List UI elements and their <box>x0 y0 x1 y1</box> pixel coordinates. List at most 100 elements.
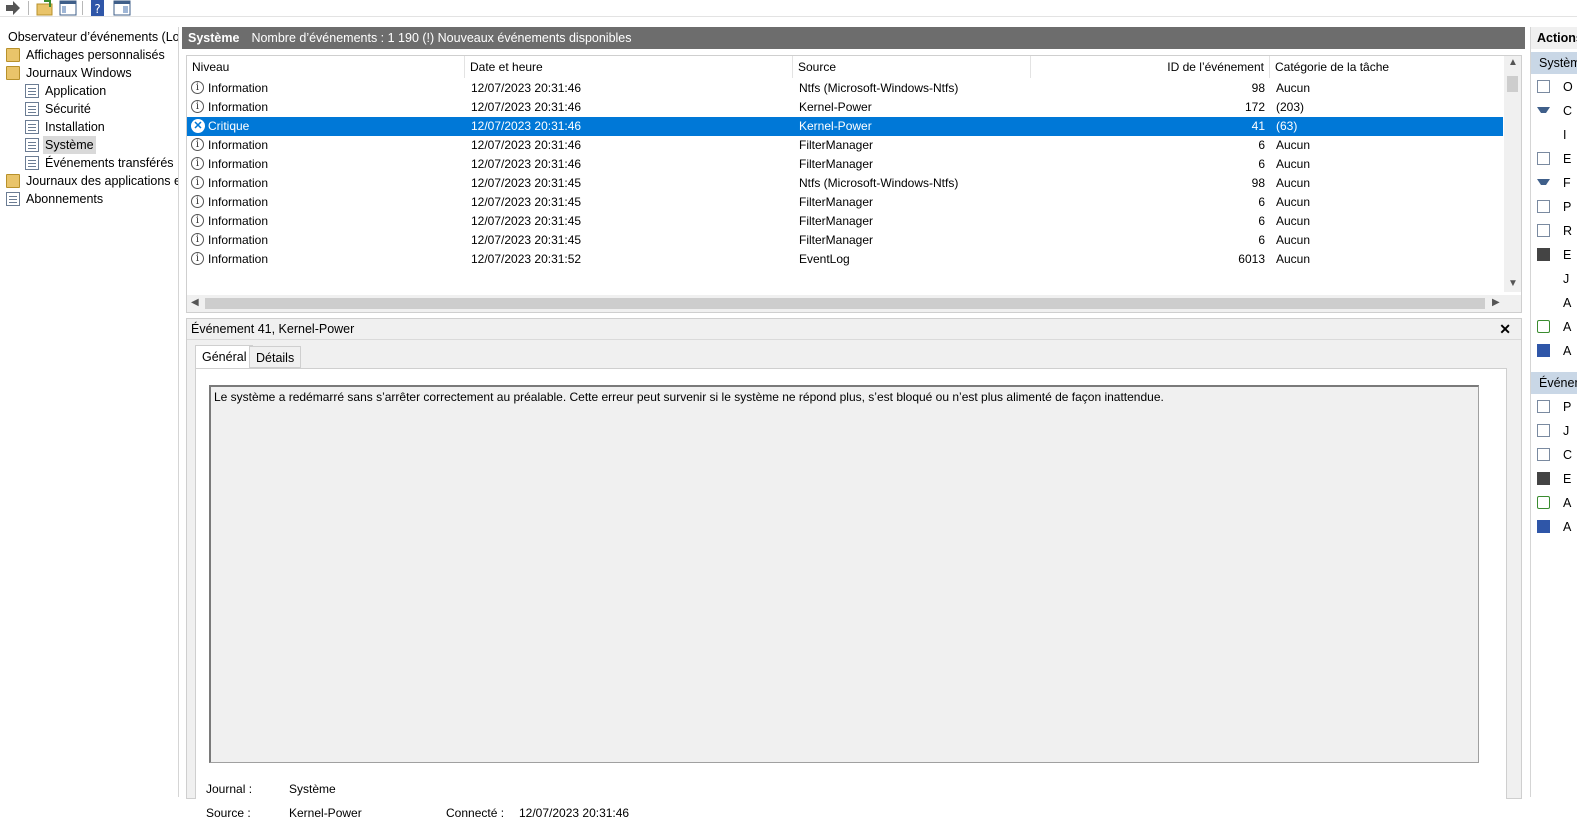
action-item[interactable]: F <box>1531 173 1577 193</box>
save-icon <box>1537 472 1550 485</box>
folder-icon <box>6 48 20 62</box>
tab-general[interactable]: Général <box>195 345 254 369</box>
action-label: A <box>1563 296 1572 310</box>
copy-icon <box>1537 448 1550 461</box>
action-item[interactable]: A <box>1531 517 1577 537</box>
critical-icon: ✕ <box>191 119 205 133</box>
action-label: J <box>1563 424 1570 438</box>
action-pane-icon[interactable] <box>113 0 131 16</box>
table-row[interactable]: i Information 12/07/2023 20:31:45 Ntfs (Mic… <box>187 174 1503 193</box>
event-id-cell: 6 <box>1258 233 1265 247</box>
source-cell: Kernel-Power <box>799 100 872 114</box>
action-item[interactable]: E <box>1531 245 1577 265</box>
forward-icon[interactable] <box>4 0 22 16</box>
event-id-cell: 41 <box>1251 119 1265 133</box>
action-item[interactable]: J <box>1531 269 1577 289</box>
action-item[interactable]: O <box>1531 77 1577 97</box>
table-row[interactable]: i Information 12/07/2023 20:31:46 FilterMan… <box>187 155 1503 174</box>
tree-root-label: Observateur d’événements (Local) <box>8 30 179 44</box>
info-icon: i <box>191 252 204 265</box>
level-cell: Information <box>208 100 269 114</box>
action-label: R <box>1563 224 1573 238</box>
tree-item-label: Abonnements <box>26 192 104 206</box>
event-detail-pane: Événement 41, Kernel-Power ✕ Général Dét… <box>186 318 1522 820</box>
actions-section-event[interactable]: Événement <box>1531 372 1577 394</box>
scroll-left-icon[interactable]: ◀ <box>191 297 199 308</box>
view-icon <box>1537 296 1550 309</box>
action-item[interactable]: C <box>1531 101 1577 121</box>
actions-section-label: Événement <box>1539 376 1577 390</box>
tree-item-label: Affichages personnalisés <box>26 48 165 62</box>
horizontal-scrollbar[interactable]: ◀ ▶ <box>187 295 1521 312</box>
event-id-cell: 6 <box>1258 195 1265 209</box>
scroll-right-icon[interactable]: ▶ <box>1492 297 1500 308</box>
info-icon: i <box>191 176 204 189</box>
level-cell: Information <box>208 214 269 228</box>
column-header-task-category[interactable]: Catégorie de la tâche <box>1270 56 1503 78</box>
close-icon[interactable]: ✕ <box>1499 319 1511 339</box>
action-item[interactable]: A <box>1531 293 1577 313</box>
scroll-thumb[interactable] <box>205 298 1485 309</box>
tree-item-label: Journaux des applications et services <box>26 174 178 188</box>
scroll-up-icon[interactable]: ▲ <box>1508 57 1518 68</box>
action-item[interactable]: E <box>1531 469 1577 489</box>
table-row[interactable]: i Information 12/07/2023 20:31:52 EventLog 6… <box>187 250 1503 269</box>
scroll-thumb[interactable] <box>1507 76 1518 92</box>
help-icon[interactable]: ? <box>89 0 107 16</box>
source-value: Kernel-Power <box>289 806 362 820</box>
date-cell: 12/07/2023 20:31:46 <box>471 100 582 114</box>
event-description[interactable]: Le système a redémarré sans s’arrêter co… <box>209 385 1479 763</box>
table-row[interactable]: i Information 12/07/2023 20:31:46 Kernel-Po… <box>187 98 1503 117</box>
find-icon <box>1537 224 1550 237</box>
show-pane-icon[interactable] <box>59 0 77 16</box>
table-row[interactable]: ✕ Critique 12/07/2023 20:31:46 Kernel-Power… <box>187 117 1503 136</box>
import-icon <box>1537 152 1550 165</box>
folder-icon <box>6 66 20 80</box>
column-header-level[interactable]: Niveau <box>187 56 465 78</box>
actions-title-label: Actions <box>1537 31 1577 45</box>
action-item[interactable]: A <box>1531 317 1577 337</box>
action-item[interactable]: P <box>1531 197 1577 217</box>
column-header-source[interactable]: Source <box>793 56 1031 78</box>
vertical-scrollbar[interactable]: ▲ ▼ <box>1504 56 1521 292</box>
action-item[interactable]: E <box>1531 149 1577 169</box>
level-cell: Information <box>208 176 269 190</box>
action-item[interactable]: R <box>1531 221 1577 241</box>
actions-section-log[interactable]: Système <box>1531 52 1577 74</box>
actions-section-label: Système <box>1539 56 1577 70</box>
table-row[interactable]: i Information 12/07/2023 20:31:46 FilterMan… <box>187 136 1503 155</box>
date-cell: 12/07/2023 20:31:45 <box>471 233 582 247</box>
open-log-icon <box>1537 80 1550 93</box>
tab-details[interactable]: Détails <box>249 346 302 368</box>
table-row[interactable]: i Information 12/07/2023 20:31:45 FilterMan… <box>187 231 1503 250</box>
column-header-date[interactable]: Date et heure <box>465 56 793 78</box>
svg-text:?: ? <box>94 2 100 16</box>
action-item[interactable]: A <box>1531 341 1577 361</box>
source-cell: Kernel-Power <box>799 119 872 133</box>
action-item[interactable]: A <box>1531 493 1577 513</box>
table-row[interactable]: i Information 12/07/2023 20:31:46 Ntfs (Mic… <box>187 79 1503 98</box>
log-icon <box>25 138 39 152</box>
journal-value: Système <box>289 782 336 796</box>
action-item[interactable]: I <box>1531 125 1577 145</box>
scroll-down-icon[interactable]: ▼ <box>1508 278 1518 289</box>
logged-label: Connecté : <box>446 806 505 820</box>
action-item[interactable]: P <box>1531 397 1577 417</box>
log-icon <box>25 156 39 170</box>
date-cell: 12/07/2023 20:31:46 <box>471 81 582 95</box>
open-log-icon[interactable] <box>36 0 54 16</box>
category-cell: Aucun <box>1276 252 1311 266</box>
level-cell: Information <box>208 233 269 247</box>
table-row[interactable]: i Information 12/07/2023 20:31:45 FilterMan… <box>187 212 1503 231</box>
table-row[interactable]: i Information 12/07/2023 20:31:45 FilterMan… <box>187 193 1503 212</box>
action-label: E <box>1563 248 1572 262</box>
action-item[interactable]: J <box>1531 421 1577 441</box>
toolbar-separator <box>82 1 83 15</box>
action-item[interactable]: C <box>1531 445 1577 465</box>
tree-item-label: Installation <box>45 120 105 134</box>
event-id-cell: 98 <box>1251 81 1265 95</box>
event-id-cell: 6013 <box>1238 252 1265 266</box>
source-cell: FilterManager <box>799 138 874 152</box>
source-cell: Ntfs (Microsoft-Windows-Ntfs) <box>799 81 959 95</box>
column-header-event-id[interactable]: ID de l’événement <box>1031 56 1270 78</box>
